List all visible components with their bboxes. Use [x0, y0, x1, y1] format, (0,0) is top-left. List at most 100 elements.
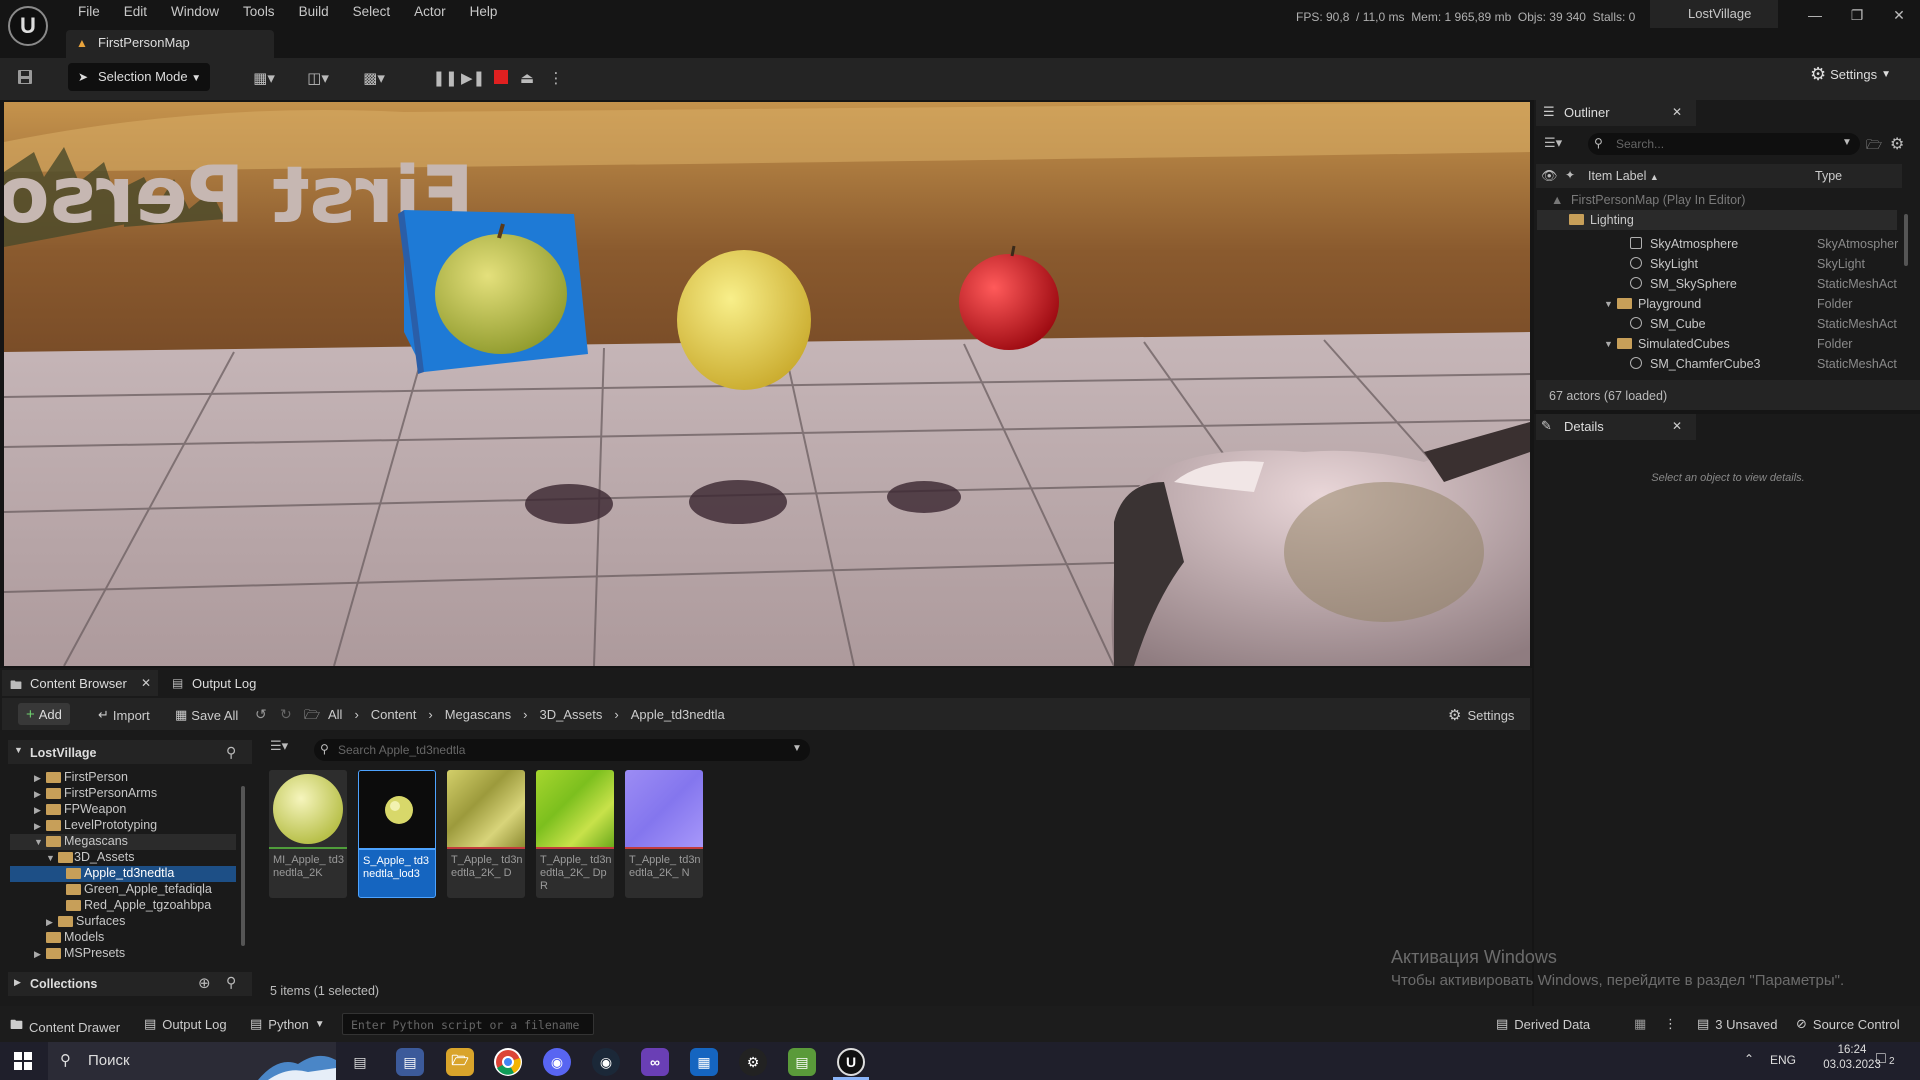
- expand-arrow-icon[interactable]: ▶: [34, 773, 41, 784]
- expand-arrow-icon[interactable]: ▶: [34, 805, 41, 816]
- search-icon[interactable]: ⚲: [226, 974, 236, 991]
- expand-arrow-icon[interactable]: ▼: [46, 853, 55, 863]
- asset-filter-icon[interactable]: ☰▾: [270, 738, 288, 754]
- cb-settings-button[interactable]: ⚙ Settings: [1448, 706, 1514, 724]
- outliner-row-sm-skysphere[interactable]: SM_SkySphere StaticMeshAct: [1537, 274, 1897, 294]
- pause-icon[interactable]: ❚❚: [432, 66, 457, 90]
- outliner-row-map[interactable]: ▲ FirstPersonMap (Play In Editor): [1537, 190, 1897, 210]
- back-icon[interactable]: ↺: [255, 706, 267, 723]
- cinematics-icon[interactable]: ▩▾: [354, 66, 394, 90]
- app-icon-1[interactable]: ▤: [396, 1048, 424, 1076]
- outliner-row-simulatedcubes[interactable]: ▼ SimulatedCubes Folder: [1537, 334, 1897, 354]
- selection-mode-dropdown[interactable]: Selection Mode ▼: [68, 63, 210, 91]
- visual-studio-icon[interactable]: ∞: [641, 1048, 669, 1076]
- content-drawer-button[interactable]: 🖿 Content Drawer: [10, 1016, 120, 1038]
- notifications-icon[interactable]: □ 2: [1876, 1050, 1904, 1072]
- asset-tile[interactable]: T_Apple_ td3nedtla_2K_ N: [625, 770, 703, 898]
- taskbar-clock[interactable]: 16:24 03.03.2023: [1820, 1044, 1884, 1071]
- breadcrumb-3d-assets[interactable]: 3D_Assets: [540, 707, 603, 722]
- blueprint-icon[interactable]: ◫▾: [298, 66, 338, 90]
- unreal-engine-taskbar-icon[interactable]: U: [837, 1048, 865, 1076]
- breadcrumb-content[interactable]: Content: [371, 707, 417, 722]
- menu-tools[interactable]: Tools: [231, 4, 287, 19]
- eject-icon[interactable]: ⏏: [516, 66, 538, 90]
- expand-arrow-icon[interactable]: ▶: [34, 949, 41, 960]
- save-all-button[interactable]: ▦ Save All: [175, 707, 238, 723]
- pin-icon[interactable]: ✦: [1565, 168, 1575, 182]
- more-options-icon[interactable]: ⋮: [549, 66, 564, 90]
- source-control-button[interactable]: ⊘ Source Control: [1796, 1016, 1900, 1032]
- outliner-row-lighting[interactable]: Lighting: [1537, 210, 1897, 230]
- expand-arrow-icon[interactable]: ▶: [46, 917, 53, 928]
- output-log-tab[interactable]: Output Log: [192, 676, 256, 691]
- outliner-search[interactable]: ⚲ Search... ▼: [1588, 133, 1860, 155]
- sources-root[interactable]: LostVillage: [30, 746, 96, 760]
- app-icon-3[interactable]: ⚙: [739, 1048, 767, 1076]
- taskbar-search-box[interactable]: ⚲ Поиск: [48, 1042, 336, 1080]
- breadcrumb-all[interactable]: All: [328, 707, 342, 722]
- steam-icon[interactable]: ◉: [592, 1048, 620, 1076]
- task-view-icon[interactable]: ▤: [346, 1048, 374, 1076]
- forward-icon[interactable]: ↻: [280, 706, 292, 723]
- chrome-icon[interactable]: [494, 1048, 522, 1076]
- windows-start-icon[interactable]: [14, 1052, 32, 1073]
- outliner-row-sm-chamfercube3[interactable]: SM_ChamferCube3 StaticMeshAct: [1537, 354, 1897, 374]
- expand-arrow-icon[interactable]: ▶: [34, 789, 41, 800]
- asset-tile-selected[interactable]: S_Apple_ td3nedtla_lod3: [358, 770, 436, 898]
- filter-icon[interactable]: ☰▾: [1544, 135, 1562, 151]
- app-icon-2[interactable]: ▦: [690, 1048, 718, 1076]
- expand-arrow-icon[interactable]: ▶: [14, 977, 21, 988]
- outliner-settings-icon[interactable]: ⚙: [1890, 134, 1904, 154]
- stop-icon[interactable]: [494, 70, 508, 84]
- map-tab[interactable]: FirstPersonMap: [66, 30, 274, 58]
- close-icon[interactable]: ✕: [1878, 0, 1920, 30]
- add-collection-icon[interactable]: ⊕: [198, 974, 211, 992]
- tray-chevron-icon[interactable]: ⌃: [1744, 1052, 1754, 1066]
- menu-build[interactable]: Build: [287, 4, 341, 19]
- python-dropdown[interactable]: ▤ Python ▼: [250, 1016, 325, 1032]
- collapse-arrow-icon[interactable]: ▼: [14, 745, 23, 755]
- outliner-scrollbar[interactable]: [1904, 214, 1908, 266]
- import-button[interactable]: ↵ Import: [98, 707, 150, 723]
- asset-tile[interactable]: T_Apple_ td3nedtla_2K_ DpR: [536, 770, 614, 898]
- menu-edit[interactable]: Edit: [112, 4, 159, 19]
- settings-button[interactable]: ⚙ Settings ▼: [1810, 64, 1891, 85]
- content-browser-close-icon[interactable]: ✕: [141, 676, 151, 690]
- tree-scrollbar[interactable]: [241, 786, 245, 946]
- asset-tile[interactable]: MI_Apple_ td3nedtla_2K: [269, 770, 347, 898]
- minimize-icon[interactable]: —: [1794, 0, 1836, 30]
- outliner-row-playground[interactable]: ▼ Playground Folder: [1537, 294, 1897, 314]
- level-viewport[interactable]: First Person Template: [4, 102, 1530, 666]
- asset-tile[interactable]: T_Apple_ td3nedtla_2K_ D: [447, 770, 525, 898]
- expand-arrow-icon[interactable]: ▼: [34, 837, 43, 847]
- visibility-icon[interactable]: 👁: [1541, 168, 1558, 184]
- python-console-input[interactable]: Enter Python script or a filename: [342, 1013, 594, 1035]
- unreal-logo-icon[interactable]: U: [8, 6, 48, 46]
- file-explorer-icon[interactable]: 🗁: [446, 1048, 474, 1076]
- derived-data-button[interactable]: ▤ Derived Data: [1496, 1016, 1590, 1032]
- save-icon[interactable]: [14, 66, 36, 88]
- outliner-row-skyatmosphere[interactable]: SkyAtmosphere SkyAtmospher: [1537, 234, 1898, 254]
- add-actor-icon[interactable]: ▦▾: [244, 66, 284, 90]
- trace-icon[interactable]: ▦: [1634, 1016, 1646, 1032]
- outliner-row-sm-cube[interactable]: SM_Cube StaticMeshAct: [1537, 314, 1897, 334]
- menu-select[interactable]: Select: [341, 4, 403, 19]
- breadcrumb-megascans[interactable]: Megascans: [445, 707, 511, 722]
- menu-help[interactable]: Help: [458, 4, 510, 19]
- outliner-close-icon[interactable]: ✕: [1672, 105, 1682, 119]
- menu-actor[interactable]: Actor: [402, 4, 458, 19]
- details-close-icon[interactable]: ✕: [1672, 419, 1682, 433]
- discord-icon[interactable]: ◉: [543, 1048, 571, 1076]
- search-icon[interactable]: ⚲: [226, 744, 236, 761]
- app-icon-4[interactable]: ▤: [788, 1048, 816, 1076]
- menu-file[interactable]: File: [66, 4, 112, 19]
- unsaved-button[interactable]: ▤ 3 Unsaved: [1697, 1016, 1777, 1032]
- add-button[interactable]: + Add: [18, 703, 70, 725]
- language-indicator[interactable]: ENG: [1770, 1053, 1796, 1067]
- col-item-label[interactable]: Item Label ▲: [1588, 169, 1659, 183]
- frame-skip-icon[interactable]: ▶❚: [461, 66, 485, 90]
- folder-browse-icon[interactable]: 🗁: [304, 706, 320, 728]
- output-log-button[interactable]: ▤ Output Log: [144, 1016, 227, 1032]
- expand-arrow-icon[interactable]: ▼: [1604, 339, 1613, 349]
- restore-icon[interactable]: ❐: [1836, 0, 1878, 30]
